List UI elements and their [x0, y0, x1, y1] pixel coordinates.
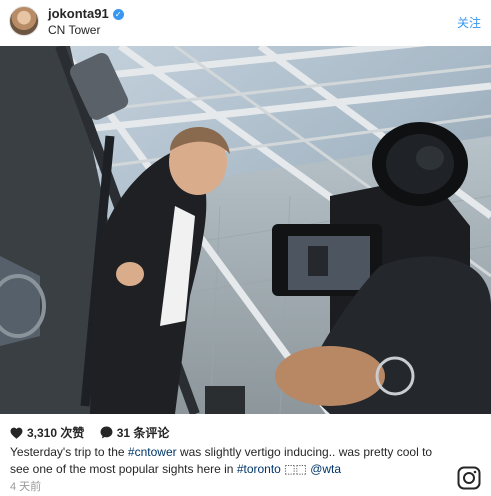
- username-link[interactable]: jokonta91: [48, 6, 109, 21]
- post-caption: Yesterday's trip to the #cntower was sli…: [10, 444, 440, 478]
- comments-count[interactable]: 31 条评论: [100, 424, 170, 441]
- engagement-stats: 3,310 次赞 31 条评论: [10, 424, 181, 440]
- post-timestamp[interactable]: 4 天前: [10, 478, 41, 494]
- caption-text-1: Yesterday's trip to the: [10, 445, 128, 459]
- comment-icon: [100, 426, 113, 439]
- caption-emoji: ⬚⬚: [280, 462, 311, 476]
- avatar[interactable]: [9, 6, 39, 36]
- hashtag-cntower[interactable]: #cntower: [128, 445, 177, 459]
- verified-badge-icon: ✓: [112, 9, 124, 20]
- follow-button[interactable]: 关注: [457, 14, 481, 31]
- comments-label: 31 条评论: [116, 426, 170, 440]
- instagram-logo-icon[interactable]: [457, 466, 481, 490]
- post-photo[interactable]: [0, 46, 491, 414]
- photo-illustration: [0, 46, 491, 414]
- post-header: jokonta91 ✓ CN Tower 关注: [0, 0, 491, 46]
- hashtag-toronto[interactable]: #toronto: [237, 462, 281, 476]
- likes-count[interactable]: 3,310 次赞: [10, 424, 84, 441]
- heart-icon: [10, 427, 23, 439]
- location-link[interactable]: CN Tower: [48, 23, 100, 37]
- likes-label: 3,310 次赞: [27, 426, 85, 440]
- mention-wta[interactable]: @wta: [310, 462, 341, 476]
- username-row: jokonta91 ✓: [48, 6, 124, 21]
